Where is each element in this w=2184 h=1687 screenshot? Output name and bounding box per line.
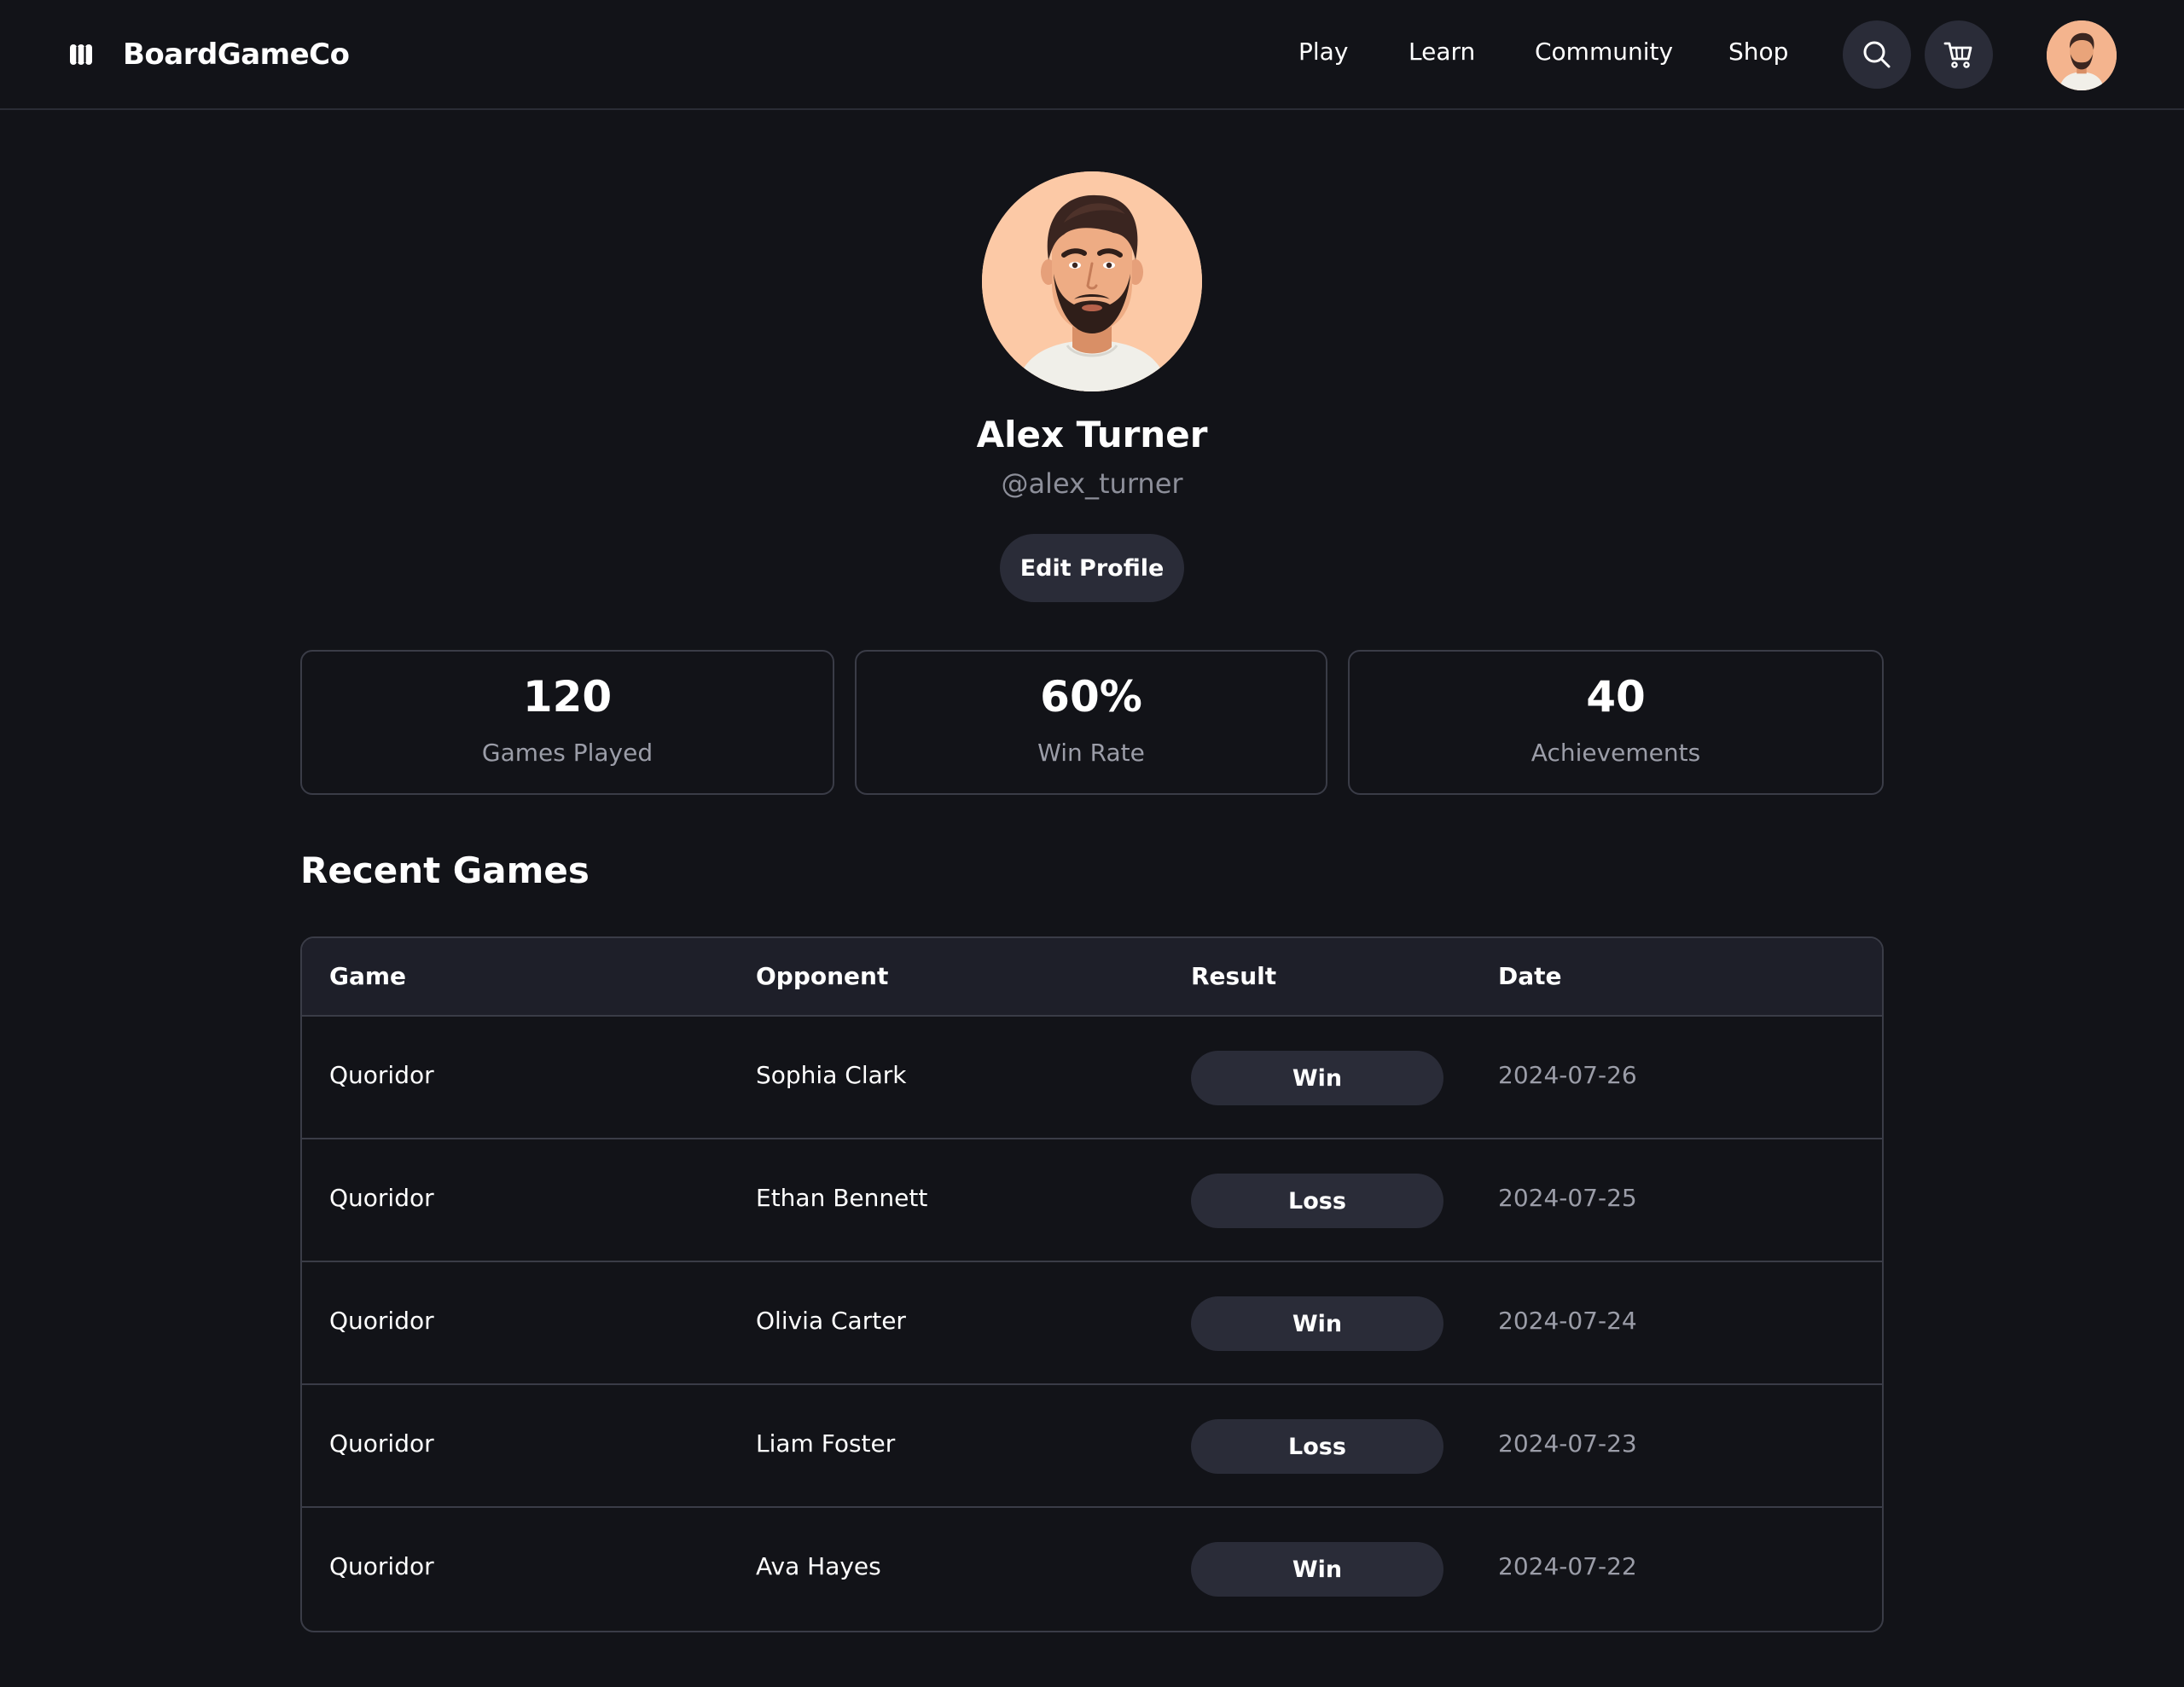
stat-card-win-rate: 60% Win Rate [855, 650, 1327, 795]
cell-date: 2024-07-24 [1498, 1307, 1637, 1335]
result-badge: Loss [1191, 1174, 1443, 1228]
cell-game: Quoridor [329, 1552, 434, 1580]
brand-name: BoardGameCo [123, 38, 350, 72]
nav-link-shop[interactable]: Shop [1728, 38, 1788, 66]
result-badge: Loss [1191, 1419, 1443, 1474]
result-badge: Win [1191, 1051, 1443, 1105]
cell-opponent: Liam Foster [756, 1429, 896, 1458]
stat-value: 60% [1040, 672, 1142, 722]
table-row[interactable]: Quoridor Sophia Clark Win 2024-07-26 [302, 1017, 1882, 1139]
cell-date: 2024-07-22 [1498, 1552, 1637, 1580]
column-header-date: Date [1498, 962, 1562, 990]
column-header-game: Game [329, 962, 407, 990]
cell-opponent: Olivia Carter [756, 1307, 906, 1335]
table-row[interactable]: Quoridor Ava Hayes Win 2024-07-22 [302, 1508, 1882, 1631]
stat-label: Games Played [481, 739, 653, 767]
user-avatar-button[interactable] [2047, 20, 2117, 90]
cell-date: 2024-07-26 [1498, 1061, 1637, 1089]
cell-opponent: Ava Hayes [756, 1552, 881, 1580]
stat-card-achievements: 40 Achievements [1348, 650, 1884, 795]
stat-label: Win Rate [1037, 739, 1145, 767]
nav-link-learn[interactable]: Learn [1409, 38, 1475, 66]
recent-games-table: Game Opponent Result Date Quoridor Sophi… [300, 936, 1884, 1632]
search-button[interactable] [1843, 20, 1911, 89]
cell-game: Quoridor [329, 1061, 434, 1089]
result-badge: Win [1191, 1542, 1443, 1597]
result-badge: Win [1191, 1296, 1443, 1351]
table-row[interactable]: Quoridor Ethan Bennett Loss 2024-07-25 [302, 1139, 1882, 1262]
profile-name: Alex Turner [976, 414, 1208, 455]
table-header: Game Opponent Result Date [302, 938, 1882, 1017]
column-header-opponent: Opponent [756, 962, 889, 990]
cell-game: Quoridor [329, 1184, 434, 1212]
profile-portrait-icon [982, 171, 1202, 391]
profile-handle: @alex_turner [1001, 467, 1183, 500]
cart-button[interactable] [1925, 20, 1993, 89]
cell-date: 2024-07-25 [1498, 1184, 1637, 1212]
recent-games-title: Recent Games [300, 849, 590, 891]
user-avatar-icon [2047, 20, 2117, 90]
stat-value: 40 [1586, 672, 1646, 722]
column-header-result: Result [1191, 962, 1277, 990]
top-navigation-bar: BoardGameCo Play Learn Community Shop [0, 0, 2184, 110]
cell-opponent: Sophia Clark [756, 1061, 907, 1089]
edit-profile-button[interactable]: Edit Profile [1000, 534, 1184, 602]
profile-avatar [982, 171, 1202, 391]
brand-logo-icon [70, 44, 92, 65]
cell-game: Quoridor [329, 1307, 434, 1335]
table-row[interactable]: Quoridor Liam Foster Loss 2024-07-23 [302, 1385, 1882, 1508]
cell-opponent: Ethan Bennett [756, 1184, 928, 1212]
table-row[interactable]: Quoridor Olivia Carter Win 2024-07-24 [302, 1262, 1882, 1385]
stat-label: Achievements [1531, 739, 1701, 767]
cell-game: Quoridor [329, 1429, 434, 1458]
cell-date: 2024-07-23 [1498, 1429, 1637, 1458]
nav-link-community[interactable]: Community [1535, 38, 1673, 66]
brand[interactable]: BoardGameCo [68, 34, 350, 75]
stat-card-games-played: 120 Games Played [300, 650, 834, 795]
cart-icon [1943, 42, 1972, 68]
nav-link-play[interactable]: Play [1298, 38, 1348, 66]
search-icon [1863, 41, 1891, 68]
stat-value: 120 [522, 672, 613, 722]
